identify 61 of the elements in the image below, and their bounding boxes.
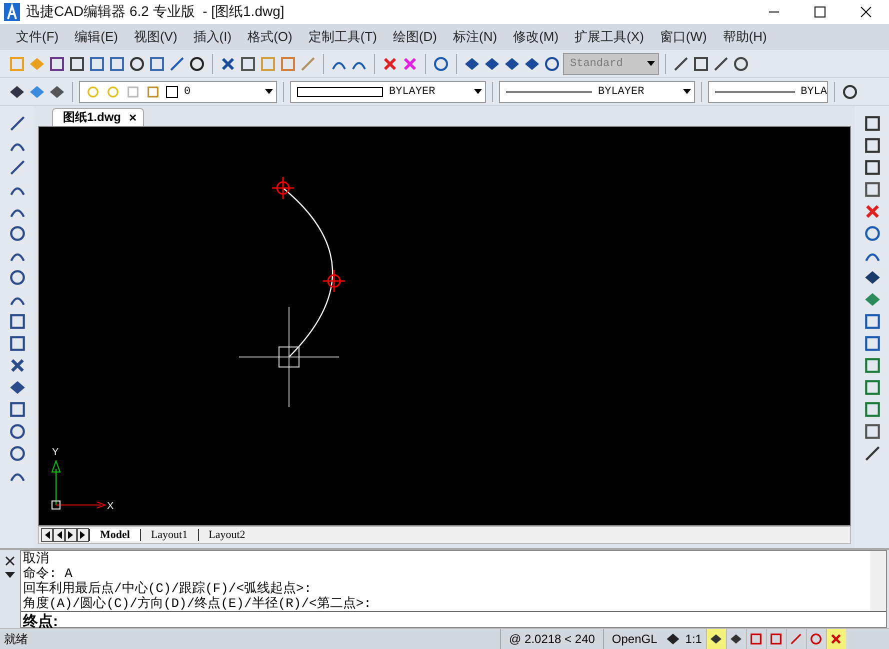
tab-close-button[interactable]: × — [129, 110, 137, 125]
circle-icon[interactable] — [8, 224, 26, 243]
previous-tab-button[interactable] — [53, 528, 65, 542]
command-history-line: 命令: A — [23, 566, 74, 581]
caret-icon[interactable] — [683, 88, 691, 94]
rectangle-icon[interactable] — [8, 334, 26, 353]
layout-tab[interactable]: Model — [89, 529, 140, 541]
y-axis-label: Y — [52, 447, 59, 458]
caret-icon[interactable] — [474, 88, 482, 94]
menu-item[interactable]: 文件(F) — [8, 28, 67, 46]
layer-dropdown[interactable]: 0 — [79, 80, 277, 102]
color-swatch — [166, 86, 178, 98]
status-toggle[interactable] — [826, 629, 846, 649]
menu-item[interactable]: 格式(O) — [240, 28, 300, 46]
close-icon[interactable] — [860, 6, 872, 18]
renderer-label[interactable]: OpenGL — [602, 629, 666, 649]
coordinates-display: @ 2.0218 < 240 — [500, 629, 603, 649]
last-tab-button[interactable] — [77, 528, 89, 542]
lineweight-dropdown[interactable]: BYLA — [708, 80, 828, 102]
menu-item[interactable]: 帮助(H) — [714, 28, 775, 46]
line-icon[interactable] — [8, 114, 26, 133]
menu-item[interactable]: 扩展工具(X) — [566, 28, 652, 46]
status-toggle[interactable] — [706, 629, 726, 649]
menu-item[interactable]: 窗口(W) — [652, 28, 715, 46]
scrollbar[interactable] — [870, 551, 886, 611]
status-text: 就绪 — [3, 630, 29, 648]
caret-icon[interactable] — [647, 60, 655, 66]
menu-item[interactable]: 编辑(E) — [66, 28, 126, 46]
menu-item[interactable]: 视图(V) — [126, 28, 186, 46]
grip-marker — [271, 176, 295, 200]
maximize-icon[interactable] — [814, 6, 826, 18]
close-icon[interactable] — [5, 556, 15, 566]
app-logo-icon — [4, 3, 20, 21]
lineweight-value: BYLA — [800, 86, 827, 98]
menu-item[interactable]: 修改(M) — [505, 28, 567, 46]
menu-item[interactable]: 绘图(D) — [384, 28, 446, 46]
layout-tab[interactable]: Layout2 — [198, 529, 256, 541]
window-title: 迅捷CAD编辑器 6.2 专业版 - [图纸1.dwg] — [26, 3, 286, 21]
menu-item[interactable]: 定制工具(T) — [300, 28, 385, 46]
menu-item[interactable]: 标注(N) — [445, 28, 506, 46]
color-value: BYLAYER — [389, 86, 436, 98]
caret-icon[interactable] — [265, 88, 273, 94]
linetype-value: BYLAYER — [598, 86, 644, 98]
dropdown-arrow-icon[interactable] — [5, 572, 15, 578]
command-history-line: 角度(A)/圆心(C)/方向(D)/终点(E)/半径(R)/<第二点>: — [23, 596, 372, 611]
color-dropdown[interactable]: BYLAYER — [290, 80, 486, 102]
scale-label[interactable]: 1:1 — [681, 632, 706, 646]
linetype-dropdown[interactable]: BYLAYER — [499, 80, 695, 102]
command-history-line: 回车利用最后点/中心(C)/跟踪(F)/<弧线起点>: — [23, 581, 313, 596]
drawing-canvas[interactable]: Y X — [38, 126, 851, 526]
first-tab-button[interactable] — [41, 528, 53, 542]
command-history-line: 取消 — [23, 551, 50, 566]
next-tab-button[interactable] — [65, 528, 77, 542]
document-tab[interactable]: 图纸1.dwg × — [52, 108, 144, 126]
menu-item[interactable]: 插入(I) — [185, 28, 240, 46]
ucs-icon — [51, 460, 106, 510]
command-prompt[interactable]: 终点: — [21, 612, 886, 631]
grip-marker — [322, 269, 346, 293]
layer-name: 0 — [184, 86, 191, 98]
x-axis-label: X — [107, 501, 114, 512]
layout-tab[interactable]: Layout1 — [140, 529, 198, 541]
